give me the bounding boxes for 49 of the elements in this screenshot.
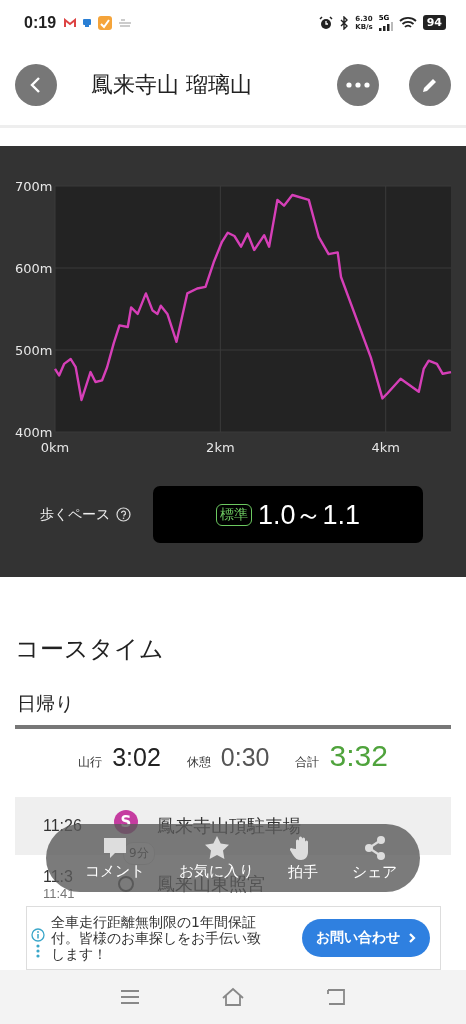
time-value: 3:02 bbox=[112, 743, 161, 772]
mail-icon bbox=[64, 17, 77, 28]
more-icon bbox=[346, 82, 370, 88]
ad-text: 全車走行距離無制限の1年間保証付。皆様のお車探しをお手伝い致します！ bbox=[51, 914, 262, 962]
day-trip-tab[interactable]: 日帰り bbox=[15, 691, 451, 729]
app-icon bbox=[98, 15, 113, 30]
axis-label: 700m bbox=[15, 179, 53, 194]
pace-value: 1.0～1.1 bbox=[257, 498, 361, 532]
page-title: 鳳来寺山 瑠璃山 bbox=[90, 71, 253, 99]
axis-label: 400m bbox=[15, 425, 53, 440]
home-icon[interactable] bbox=[221, 987, 245, 1007]
axis-label: 2km bbox=[206, 440, 235, 455]
status-time: 0:19 bbox=[24, 13, 57, 32]
pace-label: 歩くペース bbox=[40, 505, 110, 524]
stop-time: 11:41 bbox=[43, 885, 75, 901]
time-label: 休憩 bbox=[186, 754, 211, 771]
axis-label: 0km bbox=[40, 440, 70, 455]
comment-icon bbox=[102, 835, 128, 860]
axis-label: 4km bbox=[371, 440, 400, 455]
menu-icon[interactable] bbox=[120, 989, 141, 1005]
signal-icon bbox=[378, 22, 393, 31]
contact-button[interactable]: お問い合わせ bbox=[302, 919, 430, 957]
bluetooth-icon bbox=[339, 15, 350, 30]
time-value: 3:32 bbox=[329, 739, 388, 773]
alarm-icon bbox=[319, 15, 334, 30]
action-button[interactable]: 拍手 bbox=[288, 834, 318, 882]
wifi-icon bbox=[398, 15, 417, 30]
stop-time: 11:26 bbox=[43, 817, 82, 835]
help-icon[interactable] bbox=[116, 507, 131, 522]
axis-label: 600m bbox=[15, 261, 53, 276]
battery-indicator: 94 bbox=[422, 15, 446, 30]
edit-button[interactable] bbox=[409, 64, 451, 106]
back-button[interactable] bbox=[15, 64, 57, 106]
action-button[interactable]: シェア bbox=[352, 834, 397, 882]
app-icon bbox=[118, 17, 133, 28]
axis-label: 500m bbox=[15, 343, 53, 358]
chevron-icon bbox=[408, 932, 416, 944]
time-label: 合計 bbox=[295, 754, 320, 771]
section-heading: コースタイム bbox=[15, 634, 165, 665]
info-icon[interactable] bbox=[31, 928, 45, 942]
back-icon[interactable] bbox=[325, 988, 346, 1006]
star-icon bbox=[203, 835, 230, 860]
app-icon bbox=[82, 17, 93, 28]
more-vert-icon[interactable] bbox=[36, 944, 40, 958]
pace-badge: 標準 bbox=[215, 503, 252, 526]
chevron-left-icon bbox=[29, 76, 43, 94]
time-value: 0:30 bbox=[220, 743, 270, 772]
more-button[interactable] bbox=[337, 64, 379, 106]
time-label: 山行 bbox=[78, 754, 103, 771]
